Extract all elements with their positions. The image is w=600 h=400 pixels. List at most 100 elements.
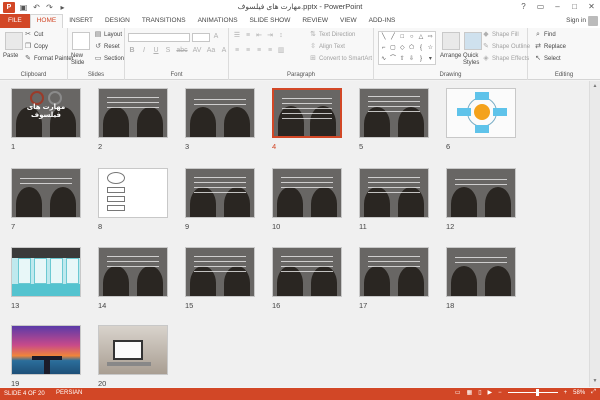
section-button[interactable]: ▭ Section [94,55,124,63]
quick-styles-button[interactable]: Quick Styles [463,53,483,67]
shape-fill-button[interactable]: ◆ Shape Fill [482,31,518,39]
fit-to-window-icon[interactable]: ⤢ [591,389,596,396]
quick-styles-icon[interactable] [464,32,482,50]
tab-insert[interactable]: INSERT [63,14,99,28]
increase-indent-icon[interactable]: ⇥ [266,32,274,40]
slide-thumbnail[interactable] [98,247,168,297]
slide-thumbnail[interactable] [359,88,429,138]
minimize-button[interactable]: – [549,0,566,13]
align-center-icon[interactable]: ≡ [244,47,252,55]
undo-icon[interactable]: ↶ [32,3,41,12]
save-icon[interactable]: ▣ [19,3,28,12]
scroll-up-icon[interactable]: ▲ [590,82,600,91]
arrange-icon[interactable] [442,32,460,50]
close-button[interactable]: ✕ [583,0,600,13]
format-painter-button[interactable]: ✎ Format Painter [24,55,74,63]
change-case-icon[interactable]: Aa [206,47,216,55]
slide-thumbnail[interactable] [11,247,81,297]
triangle-shape-icon[interactable]: △ [416,32,425,43]
language-indicator[interactable]: PERSIAN [56,390,82,396]
align-right-icon[interactable]: ≡ [255,47,263,55]
zoom-in-icon[interactable]: + [564,390,568,396]
shapes-gallery[interactable]: ╲ ╱ □ ○ △ ⇨ ⌐ ▢ ◇ ⬠{☆ ∿ ⌒ ⇧ ⇩} ▾ [378,31,436,65]
paste-icon[interactable] [5,32,23,50]
arrange-button[interactable]: Arrange [440,53,461,59]
tab-add-ins[interactable]: ADD-INS [363,14,402,28]
shape-effects-button[interactable]: ◈ Shape Effects [482,55,529,63]
align-text-button[interactable]: ⇳ Align Text [309,43,345,51]
redo-icon[interactable]: ↷ [45,3,54,12]
vertical-scrollbar[interactable]: ▲ ▼ [589,81,600,387]
scroll-down-icon[interactable]: ▼ [590,377,600,386]
decrease-indent-icon[interactable]: ⇤ [255,32,263,40]
underline-icon[interactable]: U [152,47,160,55]
tab-review[interactable]: REVIEW [296,14,334,28]
line-shape-icon[interactable]: ╲ [379,32,388,43]
slide-thumbnail[interactable] [359,247,429,297]
slide-thumbnail[interactable] [185,88,255,138]
zoom-thumb[interactable] [535,389,539,396]
bold-icon[interactable]: B [128,47,136,55]
shape-outline-button[interactable]: ✎ Shape Outline [482,43,530,51]
shadow-icon[interactable]: S [164,47,172,55]
justify-icon[interactable]: ≡ [266,47,274,55]
new-slide-icon[interactable] [72,32,90,50]
avatar[interactable] [588,16,598,26]
grow-font-button[interactable]: A [212,33,220,41]
reset-button[interactable]: ↺ Reset [94,43,120,51]
diamond-shape-icon[interactable]: ◇ [398,43,407,54]
zoom-level[interactable]: 58% [573,390,585,396]
text-direction-button[interactable]: ⇅ Text Direction [309,31,355,39]
slide-thumbnail[interactable] [272,168,342,218]
paste-button[interactable]: Paste [3,53,18,59]
down-arrow-shape-icon[interactable]: ⇩ [407,54,416,65]
arrow-shape-icon[interactable]: ⇨ [426,32,435,43]
numbering-icon[interactable]: ≡ [244,32,252,40]
slide-thumbnail[interactable] [98,88,168,138]
cut-button[interactable]: ✂ Cut [24,31,43,39]
more-shapes-icon[interactable]: ▾ [426,54,435,65]
convert-smartart-button[interactable]: ⊞ Convert to SmartArt [309,55,372,63]
slide-thumbnail[interactable] [98,325,168,375]
font-size-combo[interactable] [192,33,210,42]
reading-view-icon[interactable]: ▯ [478,389,481,396]
slide-thumbnail[interactable] [11,168,81,218]
char-spacing-icon[interactable]: AV [192,47,202,55]
slide-thumbnail[interactable] [359,168,429,218]
normal-view-icon[interactable]: ▭ [455,389,461,396]
font-color-icon[interactable]: A [220,47,228,55]
tab-transitions[interactable]: TRANSITIONS [136,14,192,28]
columns-icon[interactable]: ▥ [277,47,285,55]
replace-button[interactable]: ⇄ Replace [534,43,566,51]
zoom-slider[interactable] [507,389,558,396]
start-icon[interactable]: ▸ [58,3,67,12]
slide-thumbnail[interactable] [185,168,255,218]
font-name-combo[interactable] [128,33,190,42]
curve-shape-icon[interactable]: ∿ [379,54,388,65]
tab-home[interactable]: HOME [29,14,64,28]
zoom-out-icon[interactable]: − [498,390,502,396]
new-slide-button[interactable]: New Slide [71,53,93,67]
up-arrow-shape-icon[interactable]: ⇧ [398,54,407,65]
slide-thumbnail[interactable] [446,247,516,297]
slide-thumbnail[interactable]: مهارت های فیلسوف [11,88,81,138]
rounded-rect-shape-icon[interactable]: ▢ [388,43,397,54]
select-button[interactable]: ↖ Select [534,55,561,63]
tab-animations[interactable]: ANIMATIONS [192,14,244,28]
tab-slide-show[interactable]: SLIDE SHOW [244,14,297,28]
find-button[interactable]: ⌕ Find [534,31,556,39]
star-shape-icon[interactable]: ☆ [426,43,435,54]
tab-file[interactable]: FILE [0,14,30,28]
help-icon[interactable]: ? [515,0,532,13]
brace-shape-icon[interactable]: { [416,43,425,54]
slide-thumbnail[interactable] [446,168,516,218]
rect-shape-icon[interactable]: □ [398,32,407,43]
copy-button[interactable]: ❐ Copy [24,43,48,51]
slide-thumbnail[interactable] [11,325,81,375]
tab-view[interactable]: VIEW [334,14,363,28]
slide-thumbnail-selected[interactable] [272,88,342,138]
slide-thumbnail[interactable] [98,168,168,218]
slideshow-view-icon[interactable]: ▶ [488,389,493,396]
pentagon-shape-icon[interactable]: ⬠ [407,43,416,54]
sign-in-link[interactable]: Sign in [566,17,586,24]
